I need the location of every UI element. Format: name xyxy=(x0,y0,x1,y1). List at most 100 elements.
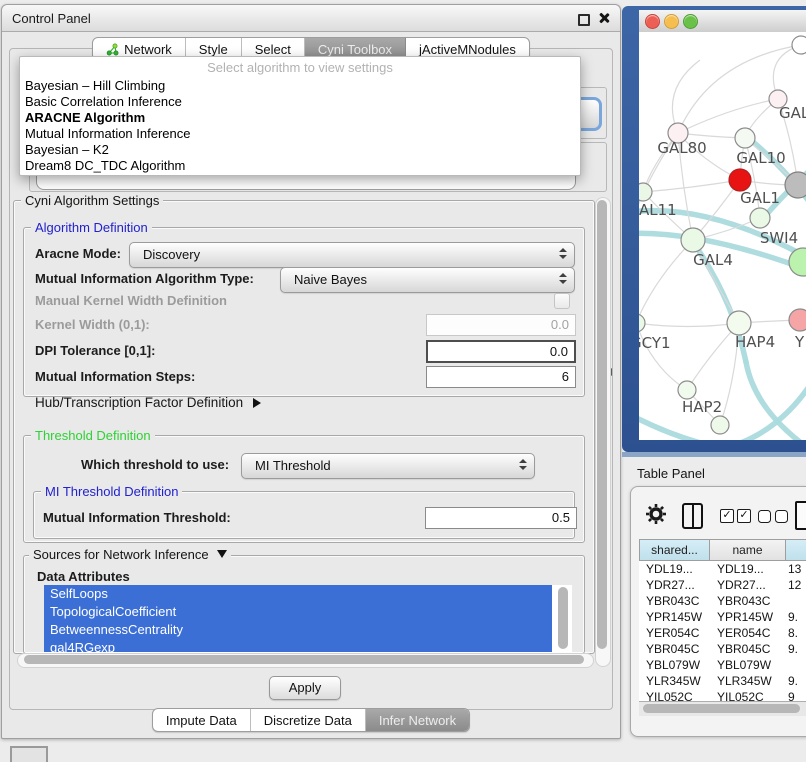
dropdown-item[interactable]: Dream8 DC_TDC Algorithm xyxy=(20,158,580,174)
table-cell-name: YIL052C xyxy=(710,689,786,701)
document-icon[interactable] xyxy=(795,501,806,530)
table-cell-value: 12 xyxy=(786,577,806,593)
which-threshold-select[interactable]: MI Threshold xyxy=(241,453,535,479)
traffic-light-minimize-icon[interactable] xyxy=(664,14,679,29)
apply-button[interactable]: Apply xyxy=(269,676,341,700)
group-title: Threshold Definition xyxy=(31,428,155,443)
minimized-window-icon[interactable] xyxy=(10,746,48,762)
checked-checkbox-icon[interactable]: ✓ xyxy=(720,509,734,523)
network-node[interactable] xyxy=(678,381,696,399)
network-node-label: SWI4 xyxy=(760,229,798,247)
table-row[interactable]: YER054C YER054C 8. xyxy=(639,625,806,641)
group-title: Algorithm Definition xyxy=(31,220,152,235)
tab-infer-network[interactable]: Infer Network xyxy=(366,709,469,731)
data-attributes-list[interactable]: SelfLoopsTopologicalCoefficientBetweenne… xyxy=(44,585,572,652)
tab-group: Impute Data Discretize Data Infer Networ… xyxy=(152,708,470,732)
network-node[interactable] xyxy=(785,172,806,198)
attributes-scrollbar-thumb[interactable] xyxy=(558,587,568,649)
table-cell-value xyxy=(786,657,806,673)
network-node[interactable] xyxy=(792,36,806,54)
dropdown-item-selected[interactable]: ARACNE Algorithm xyxy=(20,110,580,126)
control-panel-title: Control Panel xyxy=(12,11,91,26)
column-header-shared-name[interactable]: shared... xyxy=(639,539,710,561)
close-icon[interactable] xyxy=(598,12,610,24)
traffic-light-close-icon[interactable] xyxy=(645,14,660,29)
network-canvas-svg: GALGAL80GAL10GAL1GAL11SWI4GAL4GCY1HAP4YH… xyxy=(639,32,806,440)
table-row[interactable]: YBL079W YBL079W xyxy=(639,657,806,673)
table-row[interactable]: YBR045C YBR045C 9. xyxy=(639,641,806,657)
network-node[interactable] xyxy=(711,416,729,434)
table-row[interactable]: YLR345W YLR345W 9. xyxy=(639,673,806,689)
tab-label: Infer Network xyxy=(379,713,456,728)
network-node-label: Y xyxy=(794,333,805,351)
stepper-arrows-icon xyxy=(559,273,567,284)
checked-checkbox-icon[interactable]: ✓ xyxy=(737,509,751,523)
tab-impute-data[interactable]: Impute Data xyxy=(153,709,251,731)
column-header-name[interactable]: name xyxy=(710,539,786,561)
table-cell-shared-name: YBL079W xyxy=(639,657,710,673)
dropdown-item[interactable]: Bayesian – Hill Climbing xyxy=(20,78,580,94)
network-node[interactable] xyxy=(681,228,705,252)
network-node-label: HAP4 xyxy=(735,333,775,351)
mi-algorithm-type-select[interactable]: Naive Bayes xyxy=(280,267,575,293)
dpi-tolerance-field[interactable]: 0.0 xyxy=(426,340,576,363)
collapse-down-icon[interactable] xyxy=(217,550,227,558)
network-node-label: GCY1 xyxy=(639,334,671,352)
data-attribute-item[interactable]: gal4RGexp xyxy=(44,639,552,652)
node-table[interactable]: YDL19... YDL19... 13 YDR27... YDR27... 1… xyxy=(639,561,806,701)
dropdown-prompt: Select algorithm to view settings xyxy=(20,57,580,78)
data-attribute-item[interactable]: BetweennessCentrality xyxy=(44,621,552,639)
network-node[interactable] xyxy=(750,208,770,228)
table-cell-shared-name: YER054C xyxy=(639,625,710,641)
unchecked-checkbox-icon[interactable] xyxy=(758,510,771,523)
table-row[interactable]: YIL052C YIL052C 9 xyxy=(639,689,806,701)
dropdown-item[interactable]: Mutual Information Inference xyxy=(20,126,580,142)
sources-section[interactable]: Sources for Network Inference xyxy=(29,547,231,562)
tab-discretize-data[interactable]: Discretize Data xyxy=(251,709,366,731)
unchecked-checkbox-icon[interactable] xyxy=(775,510,788,523)
tab-label: Discretize Data xyxy=(264,713,352,728)
table-row[interactable]: YDL19... YDL19... 13 xyxy=(639,561,806,577)
network-node[interactable] xyxy=(639,314,645,332)
column-header-partial[interactable] xyxy=(786,539,806,561)
data-attribute-item[interactable]: SelfLoops xyxy=(44,585,552,603)
network-node[interactable] xyxy=(735,128,755,148)
mi-steps-field[interactable]: 6 xyxy=(426,366,576,388)
network-node-label: GAL10 xyxy=(736,149,785,167)
table-cell-value: 8. xyxy=(786,625,806,641)
selected-value: Naive Bayes xyxy=(294,272,367,287)
network-node-label: GAL80 xyxy=(657,139,706,157)
sources-title: Sources for Network Inference xyxy=(33,547,209,562)
expand-right-icon[interactable] xyxy=(253,398,261,408)
network-canvas[interactable]: GALGAL80GAL10GAL1GAL11SWI4GAL4GCY1HAP4YH… xyxy=(639,32,806,440)
dropdown-item[interactable]: Bayesian – K2 xyxy=(20,142,580,158)
vertical-scrollbar-thumb[interactable] xyxy=(597,200,607,649)
mi-threshold-field[interactable]: 0.5 xyxy=(425,507,577,529)
mi-algorithm-type-label: Mutual Information Algorithm Type: xyxy=(35,271,254,287)
algorithm-dropdown-list: Select algorithm to view settings Bayesi… xyxy=(19,56,581,176)
network-node[interactable] xyxy=(729,169,751,191)
table-cell-value: 9 xyxy=(786,689,806,701)
dpi-tolerance-label: DPI Tolerance [0,1]: xyxy=(35,343,155,359)
table-row[interactable]: YBR043C YBR043C xyxy=(639,593,806,609)
manual-kernel-width-checkbox[interactable] xyxy=(554,293,570,309)
table-row[interactable]: YDR27... YDR27... 12 xyxy=(639,577,806,593)
network-node-label: GAL11 xyxy=(639,201,677,219)
dropdown-item[interactable]: Basic Correlation Inference xyxy=(20,94,580,110)
traffic-light-zoom-icon[interactable] xyxy=(683,14,698,29)
network-node[interactable] xyxy=(639,183,652,201)
split-panel-icon[interactable] xyxy=(682,503,703,529)
table-row[interactable]: YPR145W YPR145W 9. xyxy=(639,609,806,625)
network-node[interactable] xyxy=(789,309,806,331)
table-cell-name: YBR043C xyxy=(710,593,786,609)
hub-definition-section[interactable]: Hub/Transcription Factor Definition xyxy=(35,395,261,411)
mi-steps-label: Mutual Information Steps: xyxy=(35,369,195,385)
data-attribute-item[interactable]: TopologicalCoefficient xyxy=(44,603,552,621)
gear-icon[interactable] xyxy=(645,503,667,525)
network-node[interactable] xyxy=(727,311,751,335)
horizontal-scrollbar-thumb[interactable] xyxy=(24,655,584,664)
aracne-mode-select[interactable]: Discovery xyxy=(129,242,575,268)
table-horizontal-scrollbar-thumb[interactable] xyxy=(643,704,800,713)
float-window-icon[interactable] xyxy=(578,14,590,26)
kernel-width-field[interactable]: 0.0 xyxy=(426,314,576,336)
